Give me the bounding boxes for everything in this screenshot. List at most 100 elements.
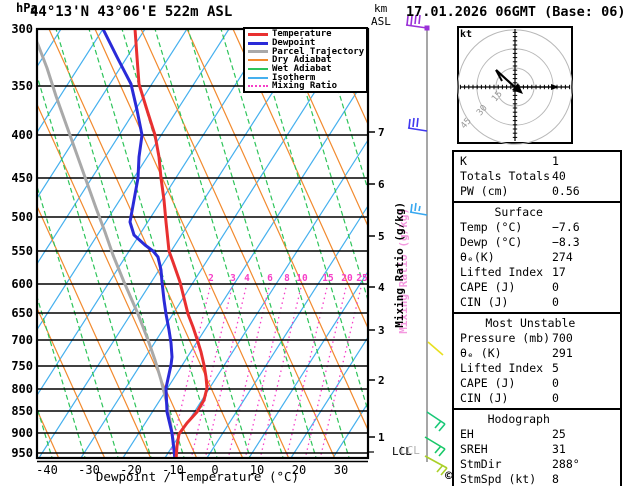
row-value: 0.56 <box>552 184 580 198</box>
mixing-ratio-value-label: 2 <box>208 273 214 284</box>
mixing-ratio-value-label: 20 <box>341 273 353 284</box>
wind-barb <box>426 411 446 432</box>
table-row: Lifted Index 17 <box>454 265 620 280</box>
row-value: 5 <box>552 361 559 375</box>
section-header: Hodograph <box>487 412 550 426</box>
wind-barb-segment <box>434 445 442 454</box>
mixing-ratio-value-label: 8 <box>284 273 290 284</box>
wet-adiabat-line <box>253 30 367 410</box>
wind-barb-segment <box>436 464 444 473</box>
wind-barb-segment <box>410 203 413 213</box>
table-row: CIN (J) 0 <box>454 391 620 406</box>
legend-item-mixing-ratio: Mixing Ratio <box>248 81 366 91</box>
row-value: −7.6 <box>552 220 580 234</box>
row-label: Totals Totals <box>460 169 551 183</box>
row-value: 8 <box>552 472 559 486</box>
pressure-tick-label: 300 <box>11 22 33 36</box>
row-label: Temp (°C) <box>460 220 523 234</box>
pressure-tick-label: 950 <box>11 446 33 460</box>
wind-barb-segment <box>427 341 444 356</box>
km-tick-label: 3 <box>378 324 385 337</box>
row-label: CIN (J) <box>460 295 509 309</box>
row-label: K <box>460 154 467 168</box>
mixing-ratio-axis-label: Mixing Ratio (g/kg) <box>393 201 407 328</box>
table-row: EH 25 <box>454 427 620 442</box>
dry-adiabat-line <box>94 30 289 457</box>
mixing-ratio-value-label: 25 <box>356 273 368 284</box>
row-label: StmDir <box>460 457 502 471</box>
table-row: θₑ(K) 274 <box>454 250 620 265</box>
km-tick-label: 4 <box>378 281 385 294</box>
km-tick-label: 1 <box>378 431 385 444</box>
row-label: CAPE (J) <box>460 376 516 390</box>
wind-barb <box>424 436 446 457</box>
temperature-line-swatch <box>248 32 268 36</box>
row-value: 288° <box>552 457 580 471</box>
section-header: Most Unstable <box>485 316 576 330</box>
wet-adiabat-line <box>187 30 317 457</box>
dewpoint-line-swatch <box>248 41 268 45</box>
mixing-ratio-value-label: 4 <box>244 273 250 284</box>
hodograph: 153045 <box>457 26 573 145</box>
hodograph-unit-label: kt <box>460 29 473 40</box>
indices-section-surface: Surface Temp (°C) −7.6 Dewp (°C) −8.3 θₑ(K… <box>452 201 622 314</box>
pressure-tick-label: 650 <box>11 306 33 320</box>
chart-legend: Temperature Dewpoint Parcel Trajectory D… <box>243 27 368 93</box>
km-tick-label: 5 <box>378 230 385 243</box>
row-value: 274 <box>552 250 573 264</box>
row-value: 17 <box>552 265 566 279</box>
table-row: StmSpd (kt) 8 <box>454 472 620 486</box>
wind-barb <box>409 202 428 216</box>
lcl-label: LCL <box>392 445 412 458</box>
row-value: 0 <box>552 295 559 309</box>
datetime-title: 17.01.2026 06GMT (Base: 06) <box>406 4 626 20</box>
row-value: 31 <box>552 442 566 456</box>
dry-adiabat-line <box>278 30 367 226</box>
isotherm-line <box>122 74 367 457</box>
station-title: 44°13'N 43°06'E 522m ASL <box>30 4 233 20</box>
wind-barb-segment <box>407 127 428 132</box>
km-tick-label: 2 <box>378 374 385 387</box>
table-row: CAPE (J) 0 <box>454 280 620 295</box>
isotherm-line <box>38 30 272 395</box>
indices-section-most-unstable: Most Unstable Pressure (mb) 700 θₑ (K) 291… <box>452 312 622 410</box>
pressure-tick-label: 850 <box>11 404 33 418</box>
row-label: Lifted Index <box>460 265 544 279</box>
row-label: θₑ (K) <box>460 346 502 360</box>
row-label: SREH <box>460 442 488 456</box>
wind-barb <box>427 341 444 356</box>
wind-barb-segment <box>408 118 411 129</box>
pressure-tick-label: 350 <box>11 79 33 93</box>
pressure-tick-label: 700 <box>11 333 33 347</box>
temperature-tick-label: 30 <box>334 463 348 477</box>
row-value: −8.3 <box>552 235 580 249</box>
wind-barb <box>407 117 428 132</box>
table-row: CAPE (J) 0 <box>454 376 620 391</box>
wind-barb-segment <box>405 24 428 29</box>
wind-barb <box>424 455 448 476</box>
wind-barb-segment <box>424 436 446 450</box>
dry-adiabat-line-swatch <box>248 59 268 62</box>
row-label: CIN (J) <box>460 391 509 405</box>
pressure-tick-label: 500 <box>11 210 33 224</box>
indices-section-hodograph: Hodograph EH 25 SREH 31 StmDir 288° StmSpd … <box>452 408 622 486</box>
isotherm-line <box>38 30 230 330</box>
row-label: EH <box>460 427 474 441</box>
pressure-tick-label: 550 <box>11 244 33 258</box>
indices-section-general: K1 Totals Totals 40 PW (cm) 0.56 <box>452 150 622 203</box>
row-value: 291 <box>552 346 573 360</box>
table-row: Temp (°C) −7.6 <box>454 220 620 235</box>
wet-adiabat-line-swatch <box>248 68 268 71</box>
km-tick-label: 7 <box>378 126 385 139</box>
wind-barb-segment <box>434 420 442 429</box>
wind-barb-segment <box>424 455 448 469</box>
row-label: StmSpd (kt) <box>460 472 537 486</box>
row-label: PW (cm) <box>460 184 509 198</box>
pressure-tick-label: 900 <box>11 426 33 440</box>
temperature-tick-label: -40 <box>36 463 58 477</box>
table-row: Lifted Index 5 <box>454 361 620 376</box>
altitude-unit-km: km <box>374 2 388 15</box>
table-row: Totals Totals 40 <box>454 169 620 184</box>
table-row: CIN (J) 0 <box>454 295 620 310</box>
row-label: CAPE (J) <box>460 280 516 294</box>
